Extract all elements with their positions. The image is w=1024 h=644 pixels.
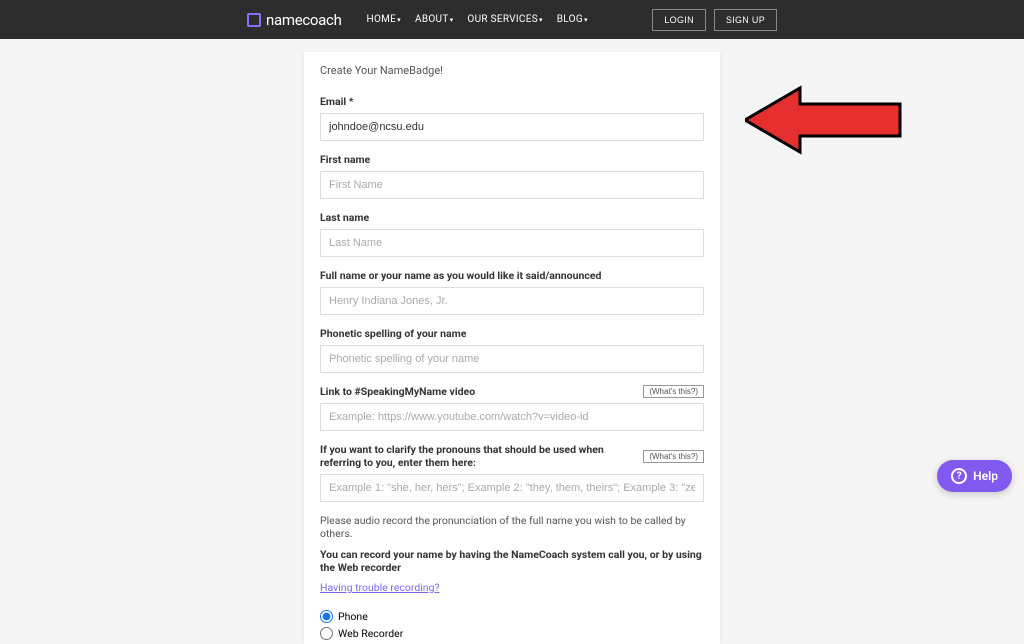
video-label: Link to #SpeakingMyName video [320, 385, 475, 398]
radio-phone[interactable]: Phone [320, 610, 704, 623]
nav-home[interactable]: HOME▾ [367, 14, 401, 25]
email-label: Email * [320, 95, 704, 108]
phonetic-label: Phonetic spelling of your name [320, 327, 704, 340]
chevron-down-icon: ▾ [584, 16, 588, 24]
logo[interactable]: namecoach [247, 11, 342, 29]
nav-about[interactable]: ABOUT▾ [415, 14, 453, 25]
chevron-down-icon: ▾ [539, 16, 543, 24]
whats-this-video-button[interactable]: (What's this?) [643, 385, 704, 398]
help-label: Help [973, 469, 998, 483]
logo-icon [247, 13, 261, 27]
chevron-down-icon: ▾ [450, 16, 454, 24]
annotation-arrow-icon [745, 80, 905, 160]
lastname-label: Last name [320, 211, 704, 224]
nav-blog[interactable]: BLOG▾ [557, 14, 588, 25]
main-nav: HOME▾ ABOUT▾ OUR SERVICES▾ BLOG▾ [367, 14, 588, 25]
login-button[interactable]: LOGIN [652, 9, 706, 31]
radio-web-recorder[interactable]: Web Recorder [320, 627, 704, 640]
form-title: Create Your NameBadge! [304, 52, 720, 89]
phonetic-field[interactable] [320, 345, 704, 373]
firstname-label: First name [320, 153, 704, 166]
fullname-label: Full name or your name as you would like… [320, 269, 704, 282]
help-widget[interactable]: ? Help [937, 460, 1012, 492]
pronouns-field[interactable] [320, 474, 704, 502]
logo-text: namecoach [266, 11, 342, 29]
recording-instruction-1: Please audio record the pronunciation of… [320, 514, 704, 540]
whats-this-pronouns-button[interactable]: (What's this?) [643, 450, 704, 463]
pronouns-label: If you want to clarify the pronouns that… [320, 443, 610, 469]
lastname-field[interactable] [320, 229, 704, 257]
video-link-field[interactable] [320, 403, 704, 431]
nav-services[interactable]: OUR SERVICES▾ [467, 14, 542, 25]
chevron-down-icon: ▾ [397, 16, 401, 24]
trouble-recording-link[interactable]: Having trouble recording? [320, 581, 439, 594]
recording-instruction-2: You can record your name by having the N… [320, 548, 704, 574]
signup-button[interactable]: SIGN UP [714, 9, 777, 31]
email-field[interactable] [320, 113, 704, 141]
fullname-field[interactable] [320, 287, 704, 315]
namebadge-form: Create Your NameBadge! Email * First nam… [304, 52, 720, 644]
help-icon: ? [951, 468, 967, 484]
firstname-field[interactable] [320, 171, 704, 199]
